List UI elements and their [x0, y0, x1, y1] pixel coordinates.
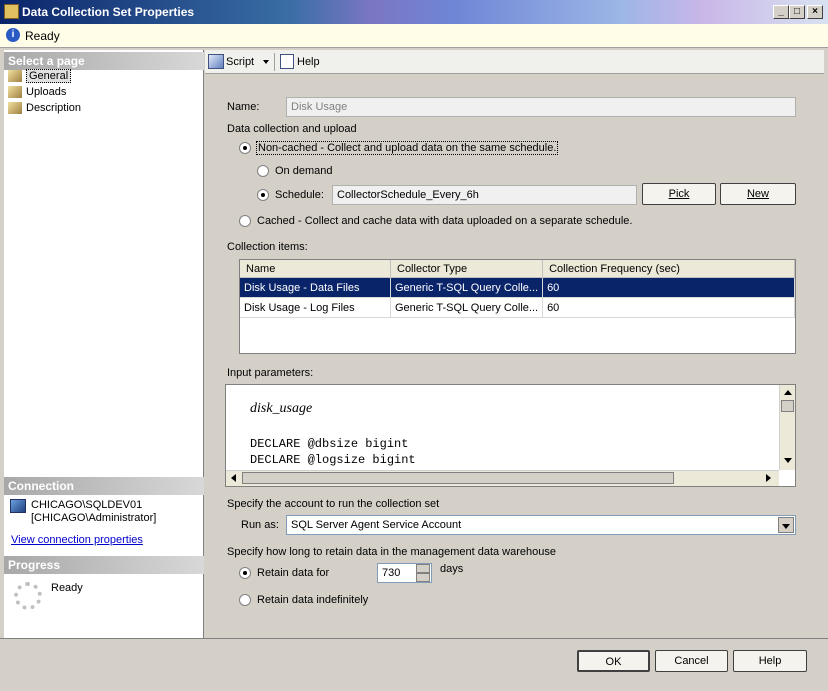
window-title: Data Collection Set Properties	[22, 5, 195, 19]
row-collector-type: Generic T-SQL Query Colle...	[390, 297, 544, 318]
close-button[interactable]: ×	[807, 5, 823, 19]
retain-label: Specify how long to retain data in the m…	[227, 546, 556, 558]
grid-header: Name Collector Type Collection Frequency…	[240, 260, 795, 278]
toolbar: Script Help	[205, 50, 824, 74]
collection-upload-label: Data collection and upload	[227, 123, 357, 135]
retain-days-stepper[interactable]: 730	[377, 563, 432, 583]
account-label: Specify the account to run the collectio…	[227, 498, 440, 510]
row-name: Disk Usage - Data Files	[240, 277, 391, 298]
scroll-right-icon[interactable]	[766, 474, 771, 482]
noncached-label: Non-cached - Collect and upload data on …	[256, 141, 559, 155]
connection-header: Connection	[4, 477, 204, 495]
ok-button[interactable]: OK	[577, 650, 650, 672]
server-icon	[10, 499, 26, 513]
vertical-scrollbar[interactable]	[779, 385, 795, 470]
scroll-down-icon[interactable]	[784, 458, 792, 463]
retain-for-radio[interactable]	[239, 567, 251, 579]
status-text: Ready	[25, 29, 60, 43]
scroll-left-icon[interactable]	[231, 474, 236, 482]
cached-label: Cached - Collect and cache data with dat…	[257, 215, 633, 227]
retain-days-value: 730	[382, 567, 401, 579]
dropdown-button[interactable]	[778, 517, 794, 533]
row-name: Disk Usage - Log Files	[240, 297, 391, 318]
retain-for-label: Retain data for	[257, 567, 330, 579]
table-row[interactable]: Disk Usage - Data Files Generic T-SQL Qu…	[240, 277, 795, 298]
progress-status: Ready	[51, 582, 83, 594]
script-icon	[208, 54, 224, 69]
scroll-thumb[interactable]	[242, 472, 674, 484]
collection-items-grid: Name Collector Type Collection Frequency…	[239, 259, 796, 354]
status-bar: i Ready	[0, 24, 828, 48]
run-as-value: SQL Server Agent Service Account	[291, 519, 462, 531]
schedule-field[interactable]: CollectorSchedule_Every_6h	[332, 185, 637, 205]
left-pane	[4, 50, 204, 638]
run-as-select[interactable]: SQL Server Agent Service Account	[286, 515, 796, 535]
progress-spinner-icon	[14, 582, 42, 610]
help-button[interactable]: Help	[733, 650, 807, 672]
nav-item-uploads[interactable]: Uploads	[8, 86, 66, 102]
nav-item-description[interactable]: Description	[8, 102, 81, 118]
code-line: DECLARE @dbsize bigint	[250, 437, 409, 451]
schedule-radio[interactable]	[257, 189, 269, 201]
retain-indefinitely-radio[interactable]	[239, 594, 251, 606]
noncached-radio[interactable]	[239, 142, 251, 154]
on-demand-radio[interactable]	[257, 165, 269, 177]
row-collector-type: Generic T-SQL Query Colle...	[390, 277, 544, 298]
chevron-down-icon[interactable]	[263, 60, 269, 64]
code-line: DECLARE @logsize bigint	[250, 453, 416, 467]
view-connection-properties-link[interactable]: View connection properties	[11, 534, 143, 546]
minimize-button[interactable]: _	[773, 5, 789, 19]
table-row[interactable]: Disk Usage - Log Files Generic T-SQL Que…	[240, 297, 795, 318]
page-icon	[8, 86, 22, 99]
horizontal-scrollbar[interactable]	[226, 470, 779, 486]
stepper-down-button[interactable]	[416, 573, 430, 582]
connection-user: [CHICAGO\Administrator]	[31, 512, 157, 524]
stepper-up-button[interactable]	[416, 564, 430, 573]
scroll-up-icon[interactable]	[784, 390, 792, 395]
info-icon: i	[6, 28, 20, 42]
retain-indefinitely-label: Retain data indefinitely	[257, 594, 369, 606]
chevron-down-icon	[782, 524, 790, 529]
script-button[interactable]: Script	[226, 56, 254, 68]
code-heading: disk_usage	[250, 401, 313, 416]
on-demand-label: On demand	[275, 165, 333, 177]
nav-item-general[interactable]: General	[8, 69, 72, 86]
cancel-button[interactable]: Cancel	[655, 650, 728, 672]
progress-header: Progress	[4, 556, 204, 574]
page-icon	[8, 70, 22, 83]
days-label: days	[440, 563, 464, 575]
title-bar: Data Collection Set Properties _ □ ×	[0, 0, 828, 24]
help-icon	[280, 54, 294, 69]
input-parameters-box[interactable]: disk_usage DECLARE @dbsize bigint DECLAR…	[225, 384, 796, 487]
name-field[interactable]: Disk Usage	[286, 97, 796, 117]
name-label: Name:	[227, 101, 260, 113]
page-icon	[8, 102, 22, 115]
app-icon	[4, 4, 19, 19]
schedule-label: Schedule:	[275, 189, 324, 201]
help-toolbar-button[interactable]: Help	[297, 56, 320, 68]
run-as-label: Run as:	[241, 519, 279, 531]
row-frequency: 60	[542, 277, 795, 298]
pick-button[interactable]: Pick	[642, 183, 716, 205]
input-parameters-label: Input parameters:	[227, 367, 314, 379]
select-page-header: Select a page	[4, 52, 204, 70]
column-header-frequency[interactable]: Collection Frequency (sec)	[542, 260, 795, 278]
column-header-collector-type[interactable]: Collector Type	[390, 260, 544, 278]
row-frequency: 60	[542, 297, 795, 318]
connection-server: CHICAGO\SQLDEV01	[31, 499, 143, 511]
maximize-button[interactable]: □	[789, 5, 805, 19]
toolbar-divider	[274, 53, 275, 71]
collection-items-label: Collection items:	[227, 241, 308, 253]
scroll-thumb[interactable]	[781, 400, 794, 412]
cached-radio[interactable]	[239, 215, 251, 227]
new-button[interactable]: New	[720, 183, 796, 205]
column-header-name[interactable]: Name	[240, 260, 391, 278]
footer-divider	[0, 638, 828, 639]
